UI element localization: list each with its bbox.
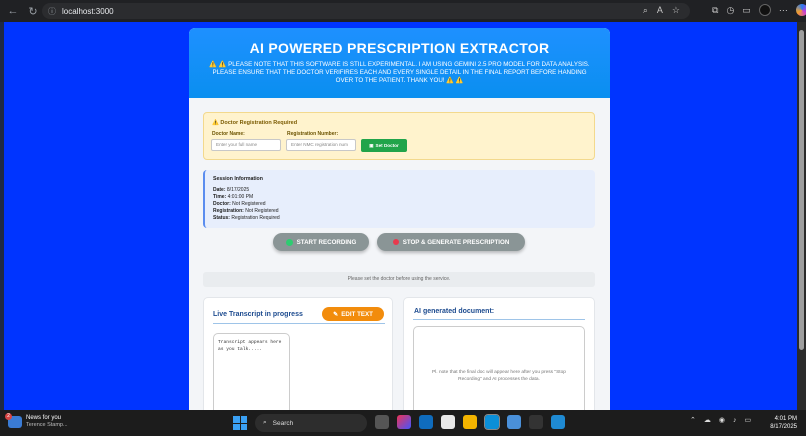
browser-toolbar: ← ↻ ⓘ localhost:3000 ⌕ A ☆ ⧉ ◷ ▭ ⋯ <box>0 0 806 22</box>
content-area: ⚠️ Doctor Registration Required Doctor N… <box>189 98 610 410</box>
transcript-panel: Live Transcript in progress ✎ EDIT TEXT … <box>203 297 393 410</box>
edge-icon[interactable] <box>484 414 500 430</box>
vscode-icon[interactable] <box>551 415 565 429</box>
transcript-title: Live Transcript in progress <box>213 311 303 318</box>
volume-icon[interactable]: ♪ <box>733 417 737 424</box>
outlook-icon[interactable] <box>419 415 433 429</box>
stop-generate-button[interactable]: STOP & GENERATE PRESCRIPTION <box>377 233 525 251</box>
stop-icon <box>392 239 399 245</box>
windows-start-icon[interactable] <box>233 416 247 430</box>
session-row: Time: 4:01:00 PM <box>213 194 254 200</box>
weather-icon: 2 <box>5 413 22 428</box>
session-row: Status: Registration Required <box>213 215 280 221</box>
chevron-up-icon[interactable]: ⌃ <box>690 416 696 424</box>
url-text: localhost:3000 <box>62 6 114 16</box>
session-row: Doctor: Not Registered <box>213 201 266 207</box>
notepad-icon[interactable] <box>507 415 521 429</box>
edit-text-button[interactable]: ✎ EDIT TEXT <box>322 307 384 321</box>
search-icon: ⌕ <box>263 419 267 426</box>
reload-icon[interactable]: ↻ <box>26 4 40 18</box>
news-title: News for you <box>26 415 62 421</box>
cloud-icon[interactable]: ☁ <box>704 416 711 424</box>
address-bar[interactable]: ⓘ localhost:3000 ⌕ A ☆ <box>42 3 690 19</box>
registration-number-label: Registration Number: <box>287 131 339 137</box>
edit-text-label: EDIT TEXT <box>341 310 373 318</box>
taskbar-search[interactable]: ⌕ Search <box>255 414 367 432</box>
session-title: Session Information <box>213 176 263 182</box>
scrollbar-thumb[interactable] <box>799 30 804 350</box>
status-notice: Please set the doctor before using the s… <box>203 272 595 287</box>
screen-cast-icon[interactable]: ▭ <box>742 5 751 16</box>
doctor-name-label: Doctor Name: <box>212 131 245 137</box>
document-output: Pl. note that the final doc will appear … <box>413 326 585 410</box>
start-recording-button[interactable]: START RECORDING <box>273 233 369 251</box>
system-clock[interactable]: 4:01 PM 8/17/2025 <box>763 415 797 431</box>
session-row: Date: 8/17/2025 <box>213 187 250 193</box>
back-icon[interactable]: ← <box>6 4 20 18</box>
extensions-icon[interactable]: ⧉ <box>712 5 718 16</box>
file-explorer-icon[interactable] <box>463 415 477 429</box>
session-row: Registration: Not Registered <box>213 208 279 214</box>
stop-generate-label: STOP & GENERATE PRESCRIPTION <box>402 238 510 246</box>
pencil-icon: ✎ <box>333 310 339 318</box>
main-card: AI POWERED PRESCRIPTION EXTRACTOR ⚠️ ⚠️ … <box>189 28 610 410</box>
favorite-icon[interactable]: ☆ <box>672 5 680 16</box>
page-scrollbar[interactable] <box>797 22 806 410</box>
set-doctor-button[interactable]: ▣ Set Doctor <box>361 139 407 152</box>
doctor-registration-panel: ⚠️ Doctor Registration Required Doctor N… <box>203 112 595 160</box>
registration-number-input[interactable]: Enter NMC registration num <box>286 139 356 151</box>
clock-time: 4:01 PM <box>774 416 797 422</box>
read-aloud-icon[interactable]: A <box>657 5 663 16</box>
notification-badge: 2 <box>5 413 12 420</box>
session-info-panel: Session Information Date: 8/17/2025 Time… <box>203 170 595 228</box>
news-subtitle: Terence Stamp... <box>26 422 68 428</box>
battery-icon[interactable]: ▭ <box>744 416 751 424</box>
search-label: Search <box>272 419 294 427</box>
document-title: AI generated document: <box>414 308 495 315</box>
divider <box>413 319 585 320</box>
more-icon[interactable]: ⋯ <box>779 5 788 16</box>
history-icon[interactable]: ◷ <box>726 5 734 16</box>
transcript-textarea[interactable]: Transcript appears here as you talk..... <box>213 333 290 410</box>
start-recording-label: START RECORDING <box>296 238 357 246</box>
info-icon[interactable]: ⓘ <box>48 6 56 17</box>
store-icon[interactable] <box>441 415 455 429</box>
taskbar: 2 News for you Terence Stamp... ⌕ Search… <box>0 410 806 436</box>
page-title: AI POWERED PRESCRIPTION EXTRACTOR <box>249 40 550 56</box>
check-icon: ▣ <box>369 142 374 148</box>
task-view-icon[interactable] <box>375 415 389 429</box>
registration-title: ⚠️ Doctor Registration Required <box>212 120 298 126</box>
record-icon <box>285 238 293 246</box>
doctor-name-input[interactable]: Enter your full name <box>211 139 281 151</box>
wifi-icon[interactable]: ◉ <box>719 416 725 424</box>
copilot-icon[interactable] <box>795 4 806 16</box>
set-doctor-label: Set Doctor <box>375 143 399 148</box>
divider <box>213 323 385 324</box>
page-background: AI POWERED PRESCRIPTION EXTRACTOR ⚠️ ⚠️ … <box>4 22 797 410</box>
copilot-app-icon[interactable] <box>397 415 411 429</box>
header-banner: AI POWERED PRESCRIPTION EXTRACTOR ⚠️ ⚠️ … <box>189 28 610 98</box>
zoom-icon[interactable]: ⌕ <box>643 5 648 16</box>
document-panel: AI generated document: Pl. note that the… <box>403 297 595 410</box>
warning-text: ⚠️ ⚠️ PLEASE NOTE THAT THIS SOFTWARE IS … <box>209 61 590 84</box>
clock-date: 8/17/2025 <box>770 424 797 430</box>
profile-avatar[interactable] <box>758 4 771 16</box>
terminal-icon[interactable] <box>529 415 543 429</box>
news-widget[interactable]: 2 News for you Terence Stamp... <box>5 413 68 429</box>
